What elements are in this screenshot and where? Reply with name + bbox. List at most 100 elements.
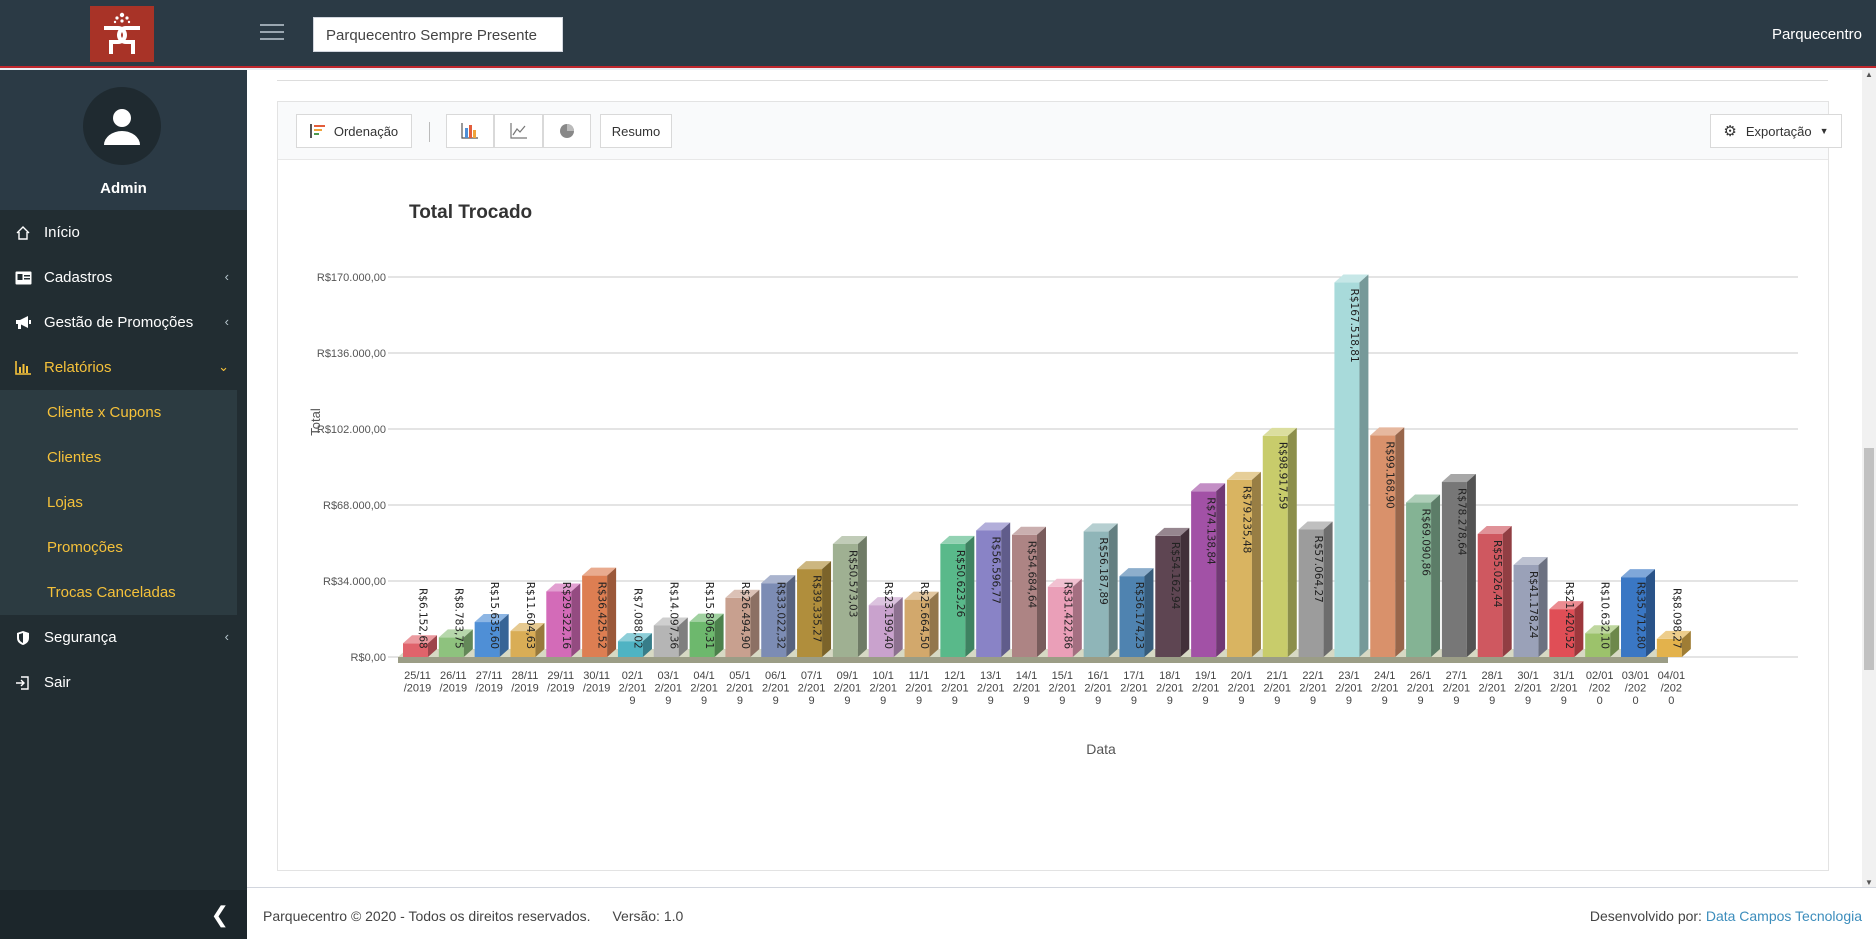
pie-chart-button[interactable]: [543, 114, 591, 148]
page-scrollbar[interactable]: ▲ ▼: [1862, 70, 1876, 887]
submenu-item-lojas[interactable]: Lojas: [0, 480, 237, 525]
x-tick-label: 02/1 2/201 9: [619, 670, 647, 707]
data-label: R$15.635,60: [488, 582, 500, 649]
scrollbar-thumb[interactable]: [1864, 448, 1874, 670]
x-axis-ticks: 25/11/2019 26/11/2019 27/11/2019 28/11/2019…: [404, 670, 1685, 707]
home-icon: [14, 224, 32, 242]
sidebar-collapse-button[interactable]: ❮: [0, 890, 247, 939]
x-tick-label: 24/1 2/201 9: [1371, 670, 1399, 707]
data-label: R$54.684,64: [1026, 541, 1038, 609]
y-tick-label: R$68.000,00: [323, 500, 386, 512]
data-label: R$56.187,89: [1097, 537, 1109, 604]
bar-chart-button[interactable]: [446, 114, 494, 148]
toolbar-separator: [429, 122, 430, 142]
caret-down-icon: ▼: [1819, 126, 1829, 136]
export-button[interactable]: ⚙ Exportação ▼: [1710, 114, 1842, 148]
sidebar-item-gestao-promocoes[interactable]: Gestão de Promoções ‹: [0, 300, 247, 345]
data-label: R$11.604,63: [524, 582, 536, 649]
submenu-item-clientes[interactable]: Clientes: [0, 435, 237, 480]
sort-icon: [309, 124, 325, 138]
data-label: R$15.806,31: [703, 582, 715, 649]
sidebar-item-cadastros[interactable]: Cadastros ‹: [0, 255, 247, 300]
sidebar-item-label: Cadastros: [44, 269, 113, 286]
data-label: R$36.425,52: [596, 582, 608, 649]
x-tick-label: 12/1 2/201 9: [941, 670, 969, 707]
scroll-down-icon[interactable]: ▼: [1865, 878, 1873, 887]
divider: [277, 80, 1828, 81]
chart-card: Ordenação Resumo ⚙ Exportação ▼ Total Tr…: [277, 101, 1842, 871]
data-label: R$21.420,52: [1563, 582, 1575, 649]
x-tick-label: 19/1 2/201 9: [1192, 670, 1220, 707]
export-button-label: Exportação: [1745, 123, 1812, 139]
x-tick-label: 04/01/202 0: [1658, 670, 1686, 707]
x-tick-label: 10/1 2/201 9: [869, 670, 897, 707]
data-label: R$50.573,03: [846, 550, 858, 617]
top-navbar: Parquecentro Sempre Presente Parquecentr…: [0, 0, 1876, 68]
x-tick-label: 30/11/2019: [583, 670, 611, 695]
submenu-item-promocoes[interactable]: Promoções: [0, 525, 237, 570]
brand-logo[interactable]: [90, 6, 154, 62]
x-tick-label: 21/1 2/201 9: [1264, 670, 1292, 707]
x-tick-label: 03/01/202 0: [1622, 670, 1650, 707]
version-text: Versão: 1.0: [612, 908, 684, 924]
data-label: R$7.088,02: [631, 588, 643, 649]
x-tick-label: 25/11/2019: [404, 670, 432, 695]
avatar: [83, 87, 161, 165]
bar-chart-icon: [461, 123, 478, 139]
copyright-text: Parquecentro © 2020 - Todos os direitos …: [263, 908, 591, 924]
user-menu[interactable]: Parquecentro: [1772, 26, 1862, 43]
sidebar: Admin Início Cadastros ‹ Gestão de Promo…: [0, 70, 247, 939]
submenu-item-cliente-cupons[interactable]: Cliente x Cupons: [0, 390, 237, 435]
x-tick-label: 04/1 2/201 9: [690, 670, 718, 707]
y-tick-label: R$0,00: [351, 652, 386, 664]
scroll-up-icon[interactable]: ▲: [1865, 70, 1873, 79]
x-tick-label: 28/11/2019: [511, 670, 539, 695]
id-card-icon: [14, 269, 32, 287]
sidebar-item-inicio[interactable]: Início: [0, 210, 247, 255]
line-chart-button[interactable]: [494, 114, 543, 148]
summary-button[interactable]: Resumo: [600, 114, 672, 148]
sidebar-item-label: Relatórios: [44, 359, 112, 376]
y-tick-label: R$34.000,00: [323, 576, 386, 588]
sort-button[interactable]: Ordenação: [296, 114, 412, 148]
x-tick-label: 03/1 2/201 9: [655, 670, 683, 707]
search-input[interactable]: Parquecentro Sempre Presente: [313, 17, 563, 52]
data-label: R$35.712,80: [1635, 582, 1647, 649]
data-label: R$6.152,68: [417, 588, 429, 649]
data-label: R$167.518,81: [1348, 289, 1360, 363]
x-tick-label: 26/1 2/201 9: [1407, 670, 1435, 707]
sidebar-item-sair[interactable]: Sair: [0, 660, 247, 705]
submenu-item-trocas-canceladas[interactable]: Trocas Canceladas: [0, 570, 237, 615]
chart-bars: R$6.152,68 R$8.783,75 R$15.635,60 R$11.604,…: [403, 274, 1691, 657]
x-tick-label: 16/1 2/201 9: [1084, 670, 1112, 707]
data-label: R$55.026,44: [1491, 540, 1503, 608]
footer-right: Desenvolvido por: Data Campos Tecnologia: [1590, 908, 1862, 924]
sidebar-toggle-button[interactable]: [260, 24, 284, 42]
chevron-left-icon: ‹: [224, 269, 229, 284]
user-name: Admin: [100, 180, 147, 197]
data-label: R$74.138,84: [1205, 497, 1217, 565]
x-tick-label: 05/1 2/201 9: [726, 670, 754, 707]
data-label: R$26.494,90: [739, 582, 751, 649]
sidebar-item-seguranca[interactable]: Segurança ‹: [0, 615, 247, 660]
x-tick-label: 30/1 2/201 9: [1514, 670, 1542, 707]
main-content: Ordenação Resumo ⚙ Exportação ▼ Total Tr…: [247, 70, 1862, 887]
data-label: R$39.335,27: [811, 575, 823, 642]
brand-logo-icon: [104, 12, 140, 54]
data-label: R$8.783,75: [452, 588, 464, 649]
data-label: R$98.917,59: [1276, 442, 1288, 509]
developed-by-label: Desenvolvido por:: [1589, 908, 1702, 924]
x-tick-label: 13/1 2/201 9: [977, 670, 1005, 707]
data-label: R$57.064,27: [1312, 535, 1324, 602]
data-label: R$29.322,16: [560, 582, 572, 650]
sidebar-item-relatorios[interactable]: Relatórios ⌄: [0, 345, 247, 390]
developer-link[interactable]: Data Campos Tecnologia: [1706, 908, 1862, 924]
chevron-left-icon: ❮: [210, 902, 229, 927]
x-tick-label: 29/11/2019: [547, 670, 575, 695]
sidebar-item-label: Início: [44, 224, 80, 241]
sort-button-label: Ordenação: [333, 123, 399, 139]
x-tick-label: 26/11/2019: [440, 670, 468, 695]
sidebar-item-label: Gestão de Promoções: [44, 314, 194, 331]
data-label: R$8.098,27: [1670, 588, 1682, 649]
data-label: R$54.162,94: [1169, 542, 1181, 610]
